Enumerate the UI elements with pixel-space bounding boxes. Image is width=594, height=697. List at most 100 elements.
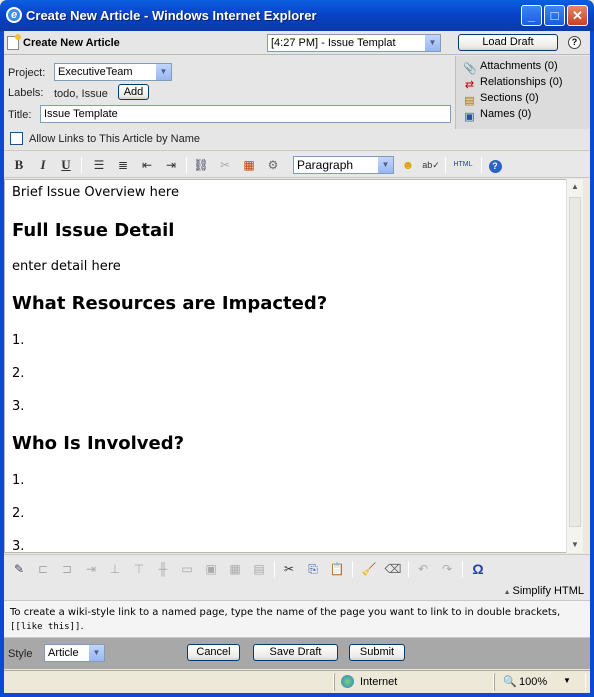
hint-text: To create a wiki-style link to a named p… [10, 607, 561, 632]
bold-button[interactable]: B [10, 156, 28, 174]
paste-icon[interactable]: 📋 [328, 560, 346, 578]
numbered-list-icon[interactable]: ☰ [90, 156, 108, 174]
insert-row-icon[interactable]: ⊏ [34, 560, 52, 578]
sections-link[interactable]: ▤ Sections (0) [463, 92, 538, 107]
editor-paragraph: 2. [12, 506, 25, 521]
outdent-icon[interactable]: ⇤ [138, 156, 156, 174]
names-link[interactable]: ▣ Names (0) [463, 108, 531, 123]
link-icon[interactable]: ⛓ [192, 156, 210, 174]
scroll-up-icon[interactable]: ▲ [567, 179, 583, 195]
cleanup-icon[interactable]: 🧹 [360, 560, 378, 578]
title-input[interactable]: Issue Template [40, 105, 451, 123]
style-select[interactable]: Article ▼ [44, 644, 105, 662]
special-char-icon[interactable]: Ω [469, 560, 487, 578]
scrollbar-thumb[interactable] [569, 197, 581, 527]
italic-button[interactable]: I [34, 156, 52, 174]
simplify-html-link[interactable]: ▲ Simplify HTML [504, 585, 584, 597]
page-title: Create New Article [23, 37, 120, 49]
toolbar-separator [481, 157, 482, 173]
relationships-link[interactable]: ⇄ Relationships (0) [463, 76, 563, 91]
article-header: Create New Article [4:27 PM] - Issue Tem… [4, 31, 590, 55]
table-props-icon[interactable]: ▦ [226, 560, 244, 578]
ie-icon: e [6, 7, 22, 23]
help-icon[interactable]: ? [486, 156, 504, 174]
toolbar-separator [274, 561, 275, 577]
load-draft-button[interactable]: Load Draft [458, 34, 558, 51]
editor-heading: Who Is Involved? [12, 433, 185, 454]
simplify-html-row: ▲ Simplify HTML [4, 582, 590, 600]
delete-row-icon[interactable]: ⇥ [82, 560, 100, 578]
editor-paragraph: 3. [12, 539, 25, 553]
bulleted-list-icon[interactable]: ≣ [114, 156, 132, 174]
title-label: Title: [8, 109, 32, 121]
editor-heading: What Resources are Impacted? [12, 293, 328, 314]
cancel-button[interactable]: Cancel [187, 644, 240, 661]
paperclip-icon: 📎 [463, 63, 477, 75]
format-select-value: Paragraph [297, 158, 354, 172]
attachments-link[interactable]: 📎 Attachments (0) [463, 60, 558, 75]
editor-scrollbar[interactable]: ▲ ▼ [566, 179, 583, 553]
html-source-button[interactable]: HTML [451, 156, 475, 174]
style-select-value: Article [48, 647, 79, 659]
format-select[interactable]: Paragraph ▼ [293, 156, 394, 174]
new-article-icon [7, 34, 21, 50]
gear-icon[interactable]: ⚙ [264, 156, 282, 174]
article-editor[interactable]: Brief Issue Overview here Full Issue Det… [4, 179, 583, 553]
merge-cells-icon[interactable]: ▣ [202, 560, 220, 578]
split-cells-icon[interactable]: ▭ [178, 560, 196, 578]
window-title-bar[interactable]: e Create New Article - Windows Internet … [0, 0, 594, 31]
scroll-down-icon[interactable]: ▼ [567, 537, 583, 553]
zone-cell: Internet [334, 673, 494, 691]
image-icon[interactable]: ▦ [240, 156, 258, 174]
zoom-level: 100% [519, 676, 548, 688]
chevron-down-icon: ▼ [377, 157, 393, 173]
spellcheck-icon[interactable]: ab✓ [422, 156, 440, 174]
redo-icon[interactable]: ↷ [438, 560, 456, 578]
status-message [4, 673, 334, 691]
close-button[interactable]: ✕ [567, 5, 588, 26]
toolbar-separator [462, 561, 463, 577]
project-label: Project: [8, 67, 46, 79]
insert-column-after-icon[interactable]: ⊤ [130, 560, 148, 578]
save-draft-button[interactable]: Save Draft [253, 644, 338, 661]
delete-column-icon[interactable]: ╫ [154, 560, 172, 578]
toolbar-separator [408, 561, 409, 577]
editor-paragraph: 3. [12, 399, 25, 414]
draft-select[interactable]: [4:27 PM] - Issue Templat ▼ [267, 34, 441, 52]
emoticon-icon[interactable]: ☻ [399, 156, 417, 174]
indent-icon[interactable]: ⇥ [162, 156, 180, 174]
chevron-down-icon: ▼ [424, 35, 440, 51]
submit-button[interactable]: Submit [349, 644, 405, 661]
minimize-button[interactable]: _ [521, 5, 542, 26]
add-label-button[interactable]: Add [118, 84, 149, 100]
toolbar-separator [81, 157, 82, 173]
sections-icon: ▤ [464, 95, 475, 107]
article-meta: Project: ExecutiveTeam ▼ Labels: todo, I… [4, 56, 590, 129]
cell-props-icon[interactable]: ▤ [250, 560, 268, 578]
editor-heading: Full Issue Detail [12, 220, 175, 241]
project-select[interactable]: ExecutiveTeam ▼ [54, 63, 172, 81]
underline-button[interactable]: U [57, 156, 75, 174]
meta-form: Project: ExecutiveTeam ▼ Labels: todo, I… [4, 56, 455, 129]
table-toolbar: ✎ ⊏ ⊐ ⇥ ⊥ ⊤ ╫ ▭ ▣ ▦ ▤ ✂ ⎘ 📋 🧹 ⌫ ↶ ↷ Ω [4, 554, 590, 582]
maximize-button[interactable]: □ [544, 5, 565, 26]
insert-column-icon[interactable]: ⊥ [106, 560, 124, 578]
project-select-value: ExecutiveTeam [58, 66, 133, 78]
help-icon[interactable]: ? [568, 36, 581, 49]
globe-icon [341, 675, 354, 688]
allow-links-checkbox[interactable] [10, 132, 23, 145]
copy-icon[interactable]: ⎘ [304, 560, 322, 578]
eraser-icon[interactable]: ⌫ [384, 560, 402, 578]
window-title: Create New Article - Windows Internet Ex… [26, 8, 317, 23]
insert-row-after-icon[interactable]: ⊐ [58, 560, 76, 578]
zoom-control[interactable]: 🔍 100% ▼ [494, 673, 586, 691]
undo-icon[interactable]: ↶ [414, 560, 432, 578]
cut-icon[interactable]: ✂ [280, 560, 298, 578]
chevron-down-icon: ▼ [88, 645, 104, 661]
toolbar-separator [352, 561, 353, 577]
wiki-link-hint: To create a wiki-style link to a named p… [4, 600, 590, 638]
chevron-down-icon: ▼ [563, 676, 571, 685]
unlink-icon[interactable]: ✂ [216, 156, 234, 174]
edit-icon[interactable]: ✎ [10, 560, 28, 578]
editor-paragraph: 2. [12, 366, 25, 381]
